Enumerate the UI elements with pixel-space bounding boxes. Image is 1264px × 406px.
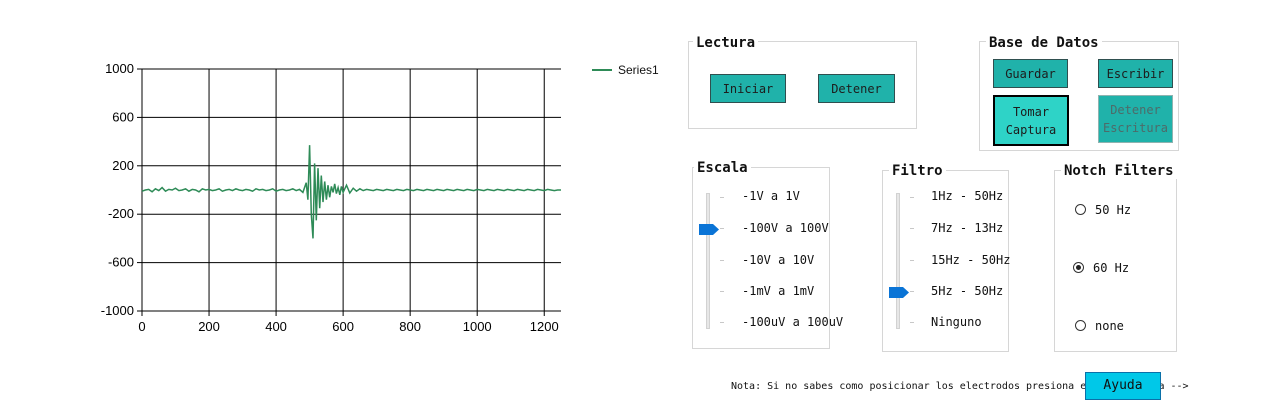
- signal-chart: 0 200 400 600 800 1000 1200 1000 600 200 -200 -600 -…: [101, 61, 659, 334]
- notch-label-50hz[interactable]: 50 Hz: [1095, 203, 1131, 217]
- x-tick-label: 200: [198, 319, 220, 334]
- y-tick-label: -1000: [101, 303, 134, 318]
- escala-option-5: -100uV a 100uV: [742, 315, 844, 329]
- filtro-option-3: 15Hz - 50Hz: [931, 253, 1011, 267]
- escala-option-2: -100V a 100V: [742, 221, 829, 235]
- filtro-option-2: 7Hz - 13Hz: [931, 221, 1004, 235]
- notch-label-60hz[interactable]: 60 Hz: [1093, 261, 1129, 275]
- base-de-datos-title: Base de Datos: [986, 35, 1102, 51]
- filtro-option-4: 5Hz - 50Hz: [931, 284, 1004, 298]
- filtro-title: Filtro: [889, 163, 946, 179]
- y-tick-label: 1000: [105, 61, 134, 76]
- detener-escritura-button[interactable]: Detener Escritura: [1098, 95, 1173, 143]
- detener-escritura-label-2: Escritura: [1102, 121, 1169, 135]
- x-tick-label: 800: [399, 319, 421, 334]
- y-tick-label: -600: [108, 255, 134, 270]
- filtro-option-5: Ninguno: [931, 315, 982, 329]
- x-tick-label: 1200: [530, 319, 559, 334]
- guardar-button[interactable]: Guardar: [993, 59, 1068, 88]
- series-line-series1: [141, 145, 561, 239]
- escribir-button[interactable]: Escribir: [1098, 59, 1173, 88]
- escala-option-3: -10V a 10V: [742, 253, 815, 267]
- iniciar-button[interactable]: Iniciar: [710, 74, 786, 103]
- y-tick-label: 200: [112, 158, 134, 173]
- x-tick-label: 1000: [463, 319, 492, 334]
- tomar-captura-label-1: Tomar: [1012, 104, 1050, 119]
- legend: Series1: [592, 63, 659, 77]
- y-tick-label: 600: [112, 109, 134, 124]
- notch-radio-none[interactable]: [1075, 320, 1086, 331]
- notch-label-none[interactable]: none: [1095, 319, 1124, 333]
- escala-option-4: -1mV a 1mV: [742, 284, 815, 298]
- legend-label-series1: Series1: [618, 63, 659, 77]
- filtro-slider-track[interactable]: [896, 193, 900, 329]
- escala-option-1: -1V a 1V: [742, 189, 800, 203]
- escala-slider-track[interactable]: [706, 193, 710, 329]
- notch-filters-title: Notch Filters: [1061, 163, 1177, 179]
- tomar-captura-button[interactable]: Tomar Captura: [993, 95, 1069, 146]
- detener-button[interactable]: Detener: [818, 74, 895, 103]
- x-tick-label: 0: [138, 319, 145, 334]
- escala-title: Escala: [694, 160, 751, 176]
- filtro-option-1: 1Hz - 50Hz: [931, 189, 1004, 203]
- notch-radio-60hz[interactable]: [1073, 262, 1084, 273]
- x-tick-label: 400: [265, 319, 287, 334]
- lectura-title: Lectura: [693, 35, 759, 51]
- tomar-captura-label-2: Captura: [1005, 122, 1057, 137]
- notch-radio-50hz[interactable]: [1075, 204, 1086, 215]
- y-tick-label: -200: [108, 206, 134, 221]
- x-tick-label: 600: [332, 319, 354, 334]
- ayuda-button[interactable]: Ayuda: [1085, 372, 1161, 400]
- detener-escritura-label-1: Detener: [1110, 103, 1161, 117]
